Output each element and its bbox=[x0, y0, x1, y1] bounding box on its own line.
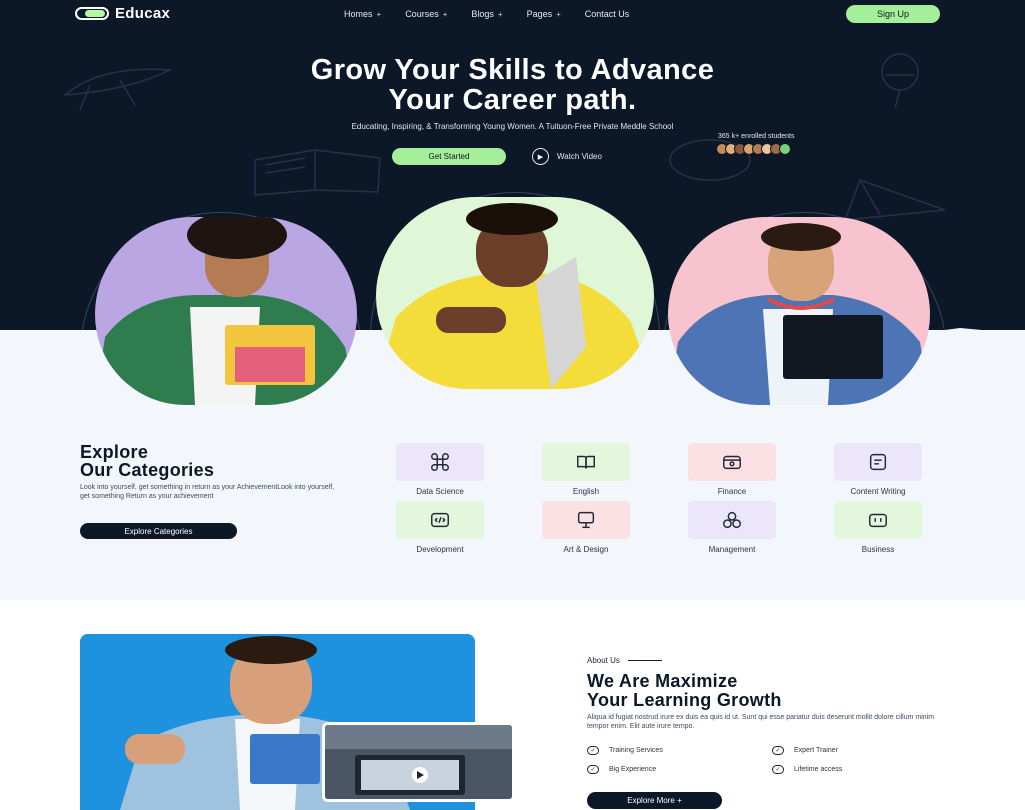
category-label: English bbox=[572, 487, 600, 496]
category-label: Business bbox=[861, 545, 895, 554]
sign-up-button[interactable]: Sign Up bbox=[846, 5, 940, 23]
explore-categories-button[interactable]: Explore Categories bbox=[80, 523, 237, 539]
explore-more-button[interactable]: Explore More + bbox=[587, 792, 722, 809]
people-icon bbox=[723, 511, 741, 529]
hero-subtitle: Educating, Inspiring, & Transforming You… bbox=[351, 122, 674, 131]
briefcase-icon bbox=[869, 513, 887, 528]
category-tile bbox=[834, 443, 922, 481]
menu-label: Contact Us bbox=[584, 9, 630, 19]
student-avatar bbox=[779, 143, 791, 155]
feature-label: Expert Trainer bbox=[794, 747, 838, 754]
menu-item-pages[interactable]: Pages + bbox=[527, 9, 561, 19]
category-data-science[interactable]: Data Science bbox=[380, 443, 500, 496]
plus-icon: + bbox=[497, 9, 503, 19]
menu-item-contact-us[interactable]: Contact Us bbox=[585, 9, 630, 19]
check-icon: ✓ bbox=[587, 746, 599, 755]
laptop-image bbox=[325, 725, 512, 799]
menu-label: Homes bbox=[344, 9, 373, 19]
category-label: Content Writing bbox=[850, 487, 906, 496]
category-tile bbox=[688, 443, 776, 481]
feature-item: ✓ Lifetime access bbox=[772, 765, 842, 774]
brand-logo[interactable]: Educax bbox=[75, 5, 170, 22]
brand-name: Educax bbox=[115, 5, 171, 22]
category-tile bbox=[542, 501, 630, 539]
student-center-image bbox=[376, 203, 654, 389]
student-photo-left bbox=[95, 217, 357, 405]
category-label: Data Science bbox=[416, 487, 464, 496]
watch-video-button[interactable]: ▶ Watch Video bbox=[532, 148, 602, 165]
hero-title: Grow Your Skills to Advance Your Career … bbox=[0, 55, 1025, 115]
kicker-line bbox=[627, 660, 662, 661]
category-label: Art & Design bbox=[563, 545, 609, 554]
enrolled-students: 365 k+ enrolled students bbox=[716, 133, 794, 155]
student-avatars bbox=[716, 143, 794, 155]
categories-description: Look into yourself, get something in ret… bbox=[80, 484, 335, 500]
feature-label: Lifetime access bbox=[794, 766, 843, 773]
command-icon bbox=[431, 453, 449, 471]
student-photo-center bbox=[376, 197, 654, 389]
category-tile bbox=[396, 443, 484, 481]
category-label: Development bbox=[416, 545, 464, 554]
categories-title-line-1: Explore bbox=[80, 442, 149, 462]
category-art-design[interactable]: Art & Design bbox=[526, 501, 646, 554]
menu-label: Blogs bbox=[471, 9, 494, 19]
feature-label: Big Experience bbox=[609, 766, 657, 773]
category-development[interactable]: Development bbox=[380, 501, 500, 554]
categories-title: Explore Our Categories bbox=[80, 443, 214, 479]
category-tile bbox=[834, 501, 922, 539]
category-label: Finance bbox=[717, 487, 747, 496]
book-icon bbox=[577, 455, 595, 469]
check-icon: ✓ bbox=[772, 765, 784, 774]
feature-label: Training Services bbox=[609, 747, 663, 754]
plus-icon: + bbox=[442, 9, 448, 19]
category-tile bbox=[396, 501, 484, 539]
feature-item: ✓ Big Experience bbox=[587, 765, 656, 774]
menu-item-homes[interactable]: Homes + bbox=[344, 9, 381, 19]
book-doodle-icon bbox=[254, 149, 381, 196]
about-kicker: About Us bbox=[587, 656, 662, 665]
monitor-icon bbox=[577, 511, 595, 529]
student-photo-right bbox=[668, 217, 930, 405]
check-icon: ✓ bbox=[772, 746, 784, 755]
video-thumbnail[interactable] bbox=[322, 722, 515, 802]
enrolled-count: 365 k+ enrolled students bbox=[718, 133, 795, 140]
student-right-image bbox=[668, 223, 930, 405]
plus-icon: + bbox=[556, 9, 561, 19]
play-icon: ▶ bbox=[532, 148, 549, 165]
top-navigation: Educax Homes + Courses + Blogs + Pages +… bbox=[0, 0, 1025, 30]
logo-icon bbox=[75, 7, 109, 20]
menu-label: Pages bbox=[526, 9, 553, 19]
student-left-image bbox=[95, 217, 357, 405]
category-english[interactable]: English bbox=[526, 443, 646, 496]
about-title: We Are Maximize Your Learning Growth bbox=[587, 672, 782, 710]
feature-item: ✓ Expert Trainer bbox=[772, 746, 838, 755]
categories-title-line-2: Our Categories bbox=[80, 460, 215, 480]
plus-icon: + bbox=[376, 9, 382, 19]
category-finance[interactable]: Finance bbox=[672, 443, 792, 496]
category-management[interactable]: Management bbox=[672, 501, 792, 554]
category-content-writing[interactable]: Content Writing bbox=[818, 443, 938, 496]
hero-title-line-1: Grow Your Skills to Advance bbox=[310, 54, 715, 86]
main-menu: Homes + Courses + Blogs + Pages + Contac… bbox=[344, 9, 629, 19]
category-business[interactable]: Business bbox=[818, 501, 938, 554]
menu-label: Courses bbox=[405, 9, 439, 19]
category-tile bbox=[542, 443, 630, 481]
category-label: Management bbox=[708, 545, 756, 554]
document-icon bbox=[869, 453, 887, 471]
code-icon bbox=[431, 512, 449, 528]
category-tile bbox=[688, 501, 776, 539]
watch-video-label: Watch Video bbox=[557, 152, 602, 161]
check-icon: ✓ bbox=[587, 765, 599, 774]
about-kicker-label: About Us bbox=[587, 656, 620, 665]
get-started-button[interactable]: Get Started bbox=[392, 148, 506, 165]
about-description: Aliqua id fugiat nostrud irure ex duis e… bbox=[587, 714, 935, 730]
wallet-icon bbox=[723, 455, 741, 470]
about-title-line-2: Your Learning Growth bbox=[587, 690, 782, 710]
menu-item-blogs[interactable]: Blogs + bbox=[471, 9, 502, 19]
about-title-line-1: We Are Maximize bbox=[587, 671, 738, 691]
hero-title-line-2: Your Career path. bbox=[388, 84, 637, 116]
feature-item: ✓ Training Services bbox=[587, 746, 663, 755]
hero-cta-row: Get Started ▶ Watch Video bbox=[392, 148, 602, 165]
menu-item-courses[interactable]: Courses + bbox=[405, 9, 447, 19]
